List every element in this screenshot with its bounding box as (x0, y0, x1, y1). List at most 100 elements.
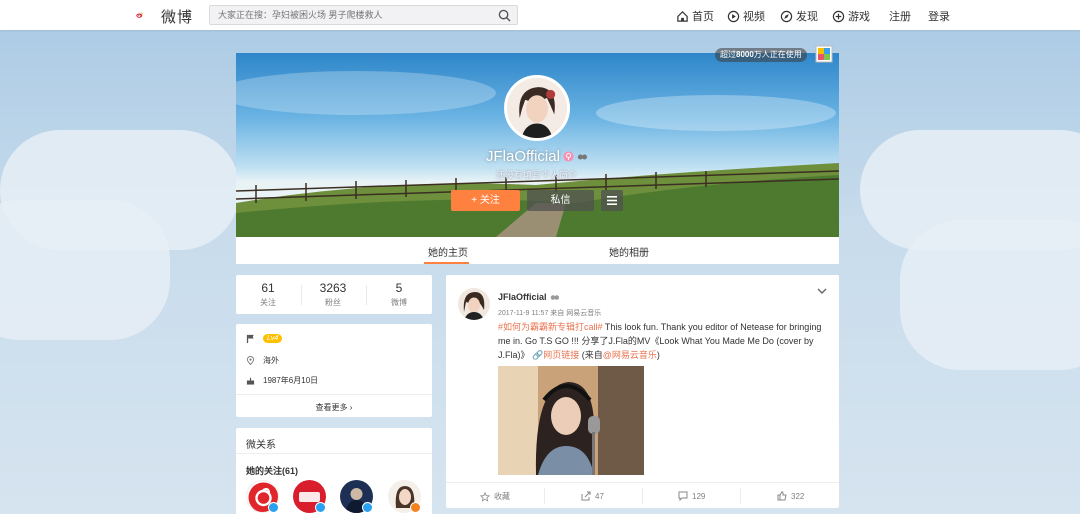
chevron-right-icon: › (349, 403, 353, 412)
link-icon: 🔗 (532, 350, 544, 360)
profile-name: JFlaOfficial (486, 148, 587, 165)
female-gender-icon (563, 151, 574, 162)
divider (544, 488, 545, 504)
divider (366, 285, 367, 305)
profile-name-text: JFlaOfficial (486, 148, 560, 165)
nav-game-label: 游戏 (848, 11, 870, 23)
stat-fans-label: 粉丝 (325, 298, 341, 307)
stat-following-value: 61 (261, 281, 275, 295)
birthday-row: 1987年6月10日 (246, 375, 318, 386)
divider (642, 488, 643, 504)
verified-badge-icon (315, 502, 326, 513)
nav-game[interactable]: 游戏 (832, 8, 870, 24)
post-mention[interactable]: @网易云音乐 (603, 350, 657, 360)
nav-discover-label: 发现 (796, 11, 818, 23)
avatar-portrait-image (463, 292, 485, 320)
video-icon (727, 10, 740, 22)
divider (301, 285, 302, 305)
view-more-label: 查看更多 (315, 403, 348, 412)
comment-icon (678, 491, 688, 501)
tab-home[interactable]: 她的主页 (428, 244, 468, 259)
post-body-suffix: (来自 (579, 350, 603, 360)
comment-count: 129 (692, 491, 706, 501)
more-menu-button[interactable] (601, 190, 623, 211)
profile-avatar[interactable] (504, 75, 570, 141)
divider (740, 488, 741, 504)
stat-following[interactable]: 61 关注 (238, 281, 298, 308)
stats-panel: 61 关注 3263 粉丝 5 微博 (236, 275, 432, 314)
post-source[interactable]: 网易云音乐 (566, 310, 601, 317)
profile-tabs: 她的主页 她的相册 (236, 237, 839, 264)
post-author-avatar[interactable] (458, 288, 490, 320)
stat-fans[interactable]: 3263 粉丝 (303, 281, 363, 308)
level-badge[interactable]: Lv4 (263, 334, 283, 343)
follow-button[interactable]: + 关注 (451, 190, 520, 211)
game-icon (832, 10, 845, 22)
nav-discover[interactable]: 发现 (780, 8, 818, 24)
profile-bio: 还没有填写个人简介 (496, 170, 578, 180)
chevron-down-icon[interactable] (817, 287, 827, 295)
post-meta: 2017-11-9 11:57 来自 网易云音乐 (498, 308, 601, 318)
stat-posts[interactable]: 5 微博 (369, 281, 429, 308)
favorite-action[interactable]: 收藏 (480, 491, 510, 502)
search-box (209, 5, 518, 25)
stat-posts-label: 微博 (391, 298, 407, 307)
post-source-prefix: 来自 (550, 310, 565, 317)
star-icon (480, 491, 490, 502)
divider (446, 482, 839, 483)
home-icon (677, 10, 688, 22)
user-count-badge: 超过8000万人正在使用 (715, 48, 807, 62)
search-icon[interactable] (498, 9, 511, 22)
tab-album[interactable]: 她的相册 (609, 244, 649, 259)
like-action[interactable]: 322 (777, 491, 804, 501)
weibo-logo-icon[interactable] (136, 5, 160, 25)
badge-prefix: 超过 (720, 50, 736, 59)
badge-suffix: 万人正在使用 (753, 50, 802, 59)
post-body-end: ) (656, 350, 660, 360)
view-more-link[interactable]: 查看更多 › (236, 402, 432, 413)
divider (236, 453, 432, 454)
nav-home-label: 首页 (692, 11, 714, 23)
stat-following-label: 关注 (260, 298, 276, 307)
post-text: #如何为霸霸新专辑打call# This look fun. Thank you… (498, 320, 828, 362)
background-cloud (900, 220, 1080, 370)
login-link[interactable]: 登录 (928, 8, 950, 24)
favorite-label: 收藏 (494, 492, 510, 501)
skin-template-icon[interactable] (815, 45, 833, 63)
stat-posts-value: 5 (395, 281, 403, 295)
logo-text[interactable]: 微博 (161, 6, 193, 27)
nav-video-label: 视频 (743, 11, 765, 23)
info-panel: Lv4 海外 1987年6月10日 查看更多 › (236, 324, 432, 417)
relations-title: 微关系 (246, 440, 276, 451)
birthday-cake-icon (246, 377, 255, 385)
following-title[interactable]: 她的关注(61) (246, 464, 298, 477)
comment-action[interactable]: 129 (678, 491, 705, 501)
nav-video[interactable]: 视频 (727, 8, 765, 24)
badge-number: 8000 (736, 50, 754, 59)
search-input[interactable] (210, 6, 490, 24)
plus-icon: + (471, 195, 480, 206)
post-image[interactable] (498, 366, 644, 475)
post-hashtag[interactable]: #如何为霸霸新专辑打call# (498, 322, 603, 332)
verified-badge-icon (362, 502, 373, 513)
nav-home[interactable]: 首页 (676, 8, 714, 24)
post-time[interactable]: 2017-11-9 11:57 (498, 310, 548, 317)
level-row: Lv4 (246, 334, 283, 343)
stat-fans-value: 3263 (319, 281, 347, 295)
location-text: 海外 (263, 356, 279, 365)
post-author: JFlaOfficial (498, 292, 559, 302)
register-link[interactable]: 注册 (889, 8, 911, 24)
share-count: 47 (595, 491, 604, 501)
message-button[interactable]: 私信 (527, 190, 594, 211)
member-badge-icon (577, 154, 587, 159)
verified-badge-icon (268, 502, 279, 513)
post-author-name[interactable]: JFlaOfficial (498, 292, 547, 302)
post-web-link[interactable]: 网页链接 (543, 350, 579, 360)
birthday-text: 1987年6月10日 (263, 376, 319, 385)
like-count: 322 (791, 491, 805, 501)
discover-icon (780, 10, 793, 22)
follow-button-label: 关注 (479, 195, 500, 206)
divider (236, 394, 432, 395)
share-action[interactable]: 47 (581, 491, 604, 501)
flag-icon (246, 334, 254, 343)
